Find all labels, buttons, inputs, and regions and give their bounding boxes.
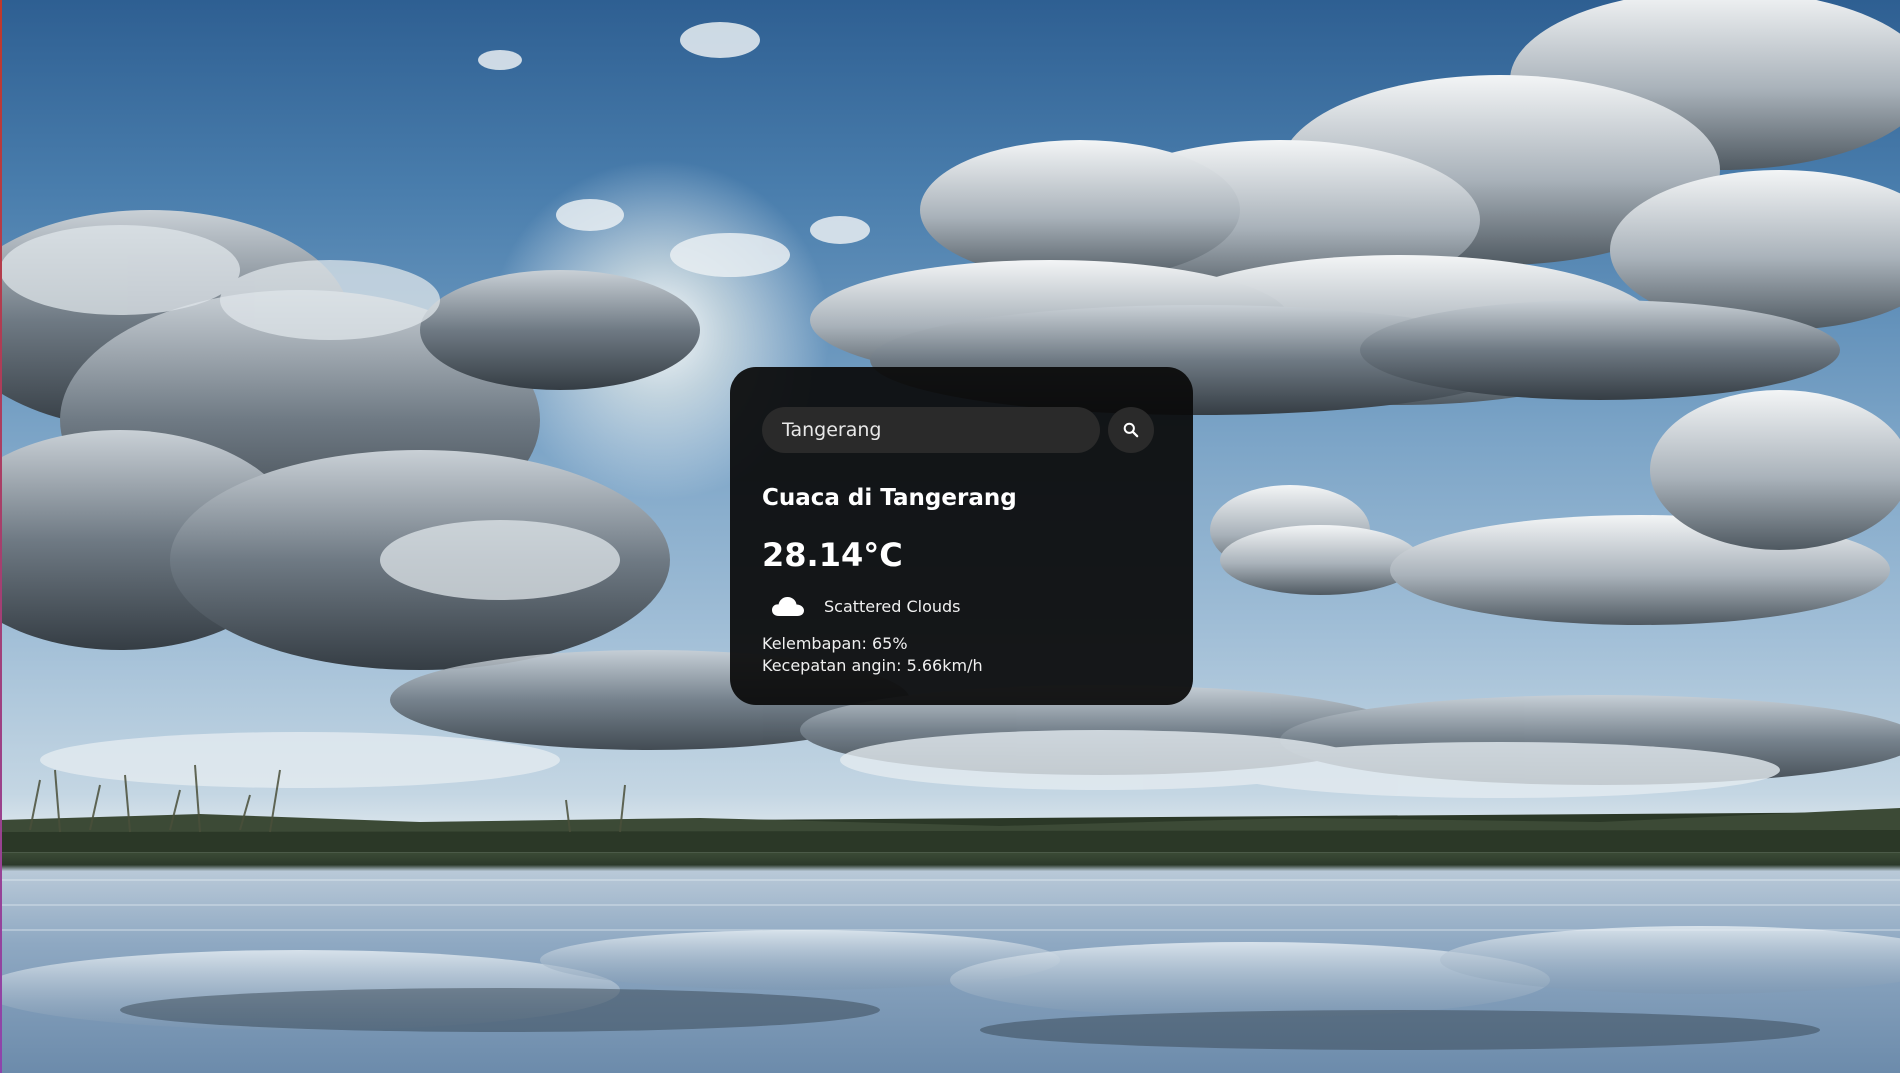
left-edge-strip xyxy=(0,0,2,1073)
temperature: 28.14°C xyxy=(762,536,903,574)
search-icon xyxy=(1123,422,1139,438)
search-bar xyxy=(762,407,1161,453)
search-button[interactable] xyxy=(1108,407,1154,453)
weather-card: Cuaca di Tangerang 28.14°C Scattered Clo… xyxy=(730,367,1193,705)
wind-speed-text: Kecepatan angin: 5.66km/h xyxy=(762,656,983,675)
background-photo: Cuaca di Tangerang 28.14°C Scattered Clo… xyxy=(0,0,1900,1073)
humidity-text: Kelembapan: 65% xyxy=(762,634,908,653)
weather-condition: Scattered Clouds xyxy=(762,589,1161,623)
city-title: Cuaca di Tangerang xyxy=(762,485,1017,511)
condition-label: Scattered Clouds xyxy=(824,596,961,616)
weather-details: Kelembapan: 65% Kecepatan angin: 5.66km/… xyxy=(762,633,1161,677)
cloud-icon xyxy=(768,589,808,623)
city-search-input[interactable] xyxy=(762,407,1100,453)
